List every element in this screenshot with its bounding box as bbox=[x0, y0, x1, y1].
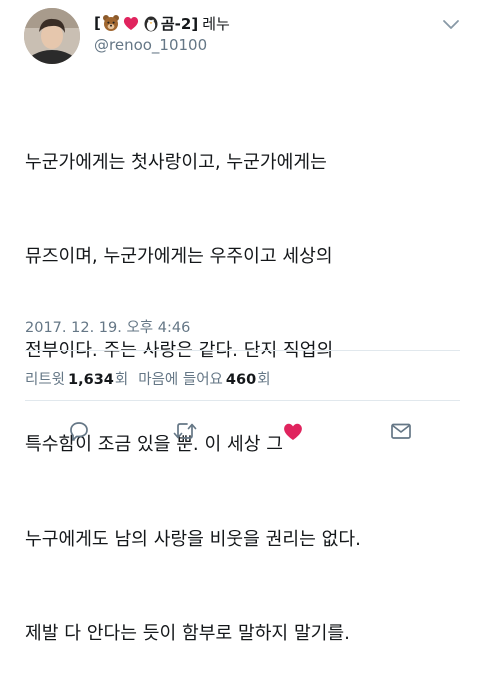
chevron-down-icon[interactable] bbox=[442, 16, 460, 29]
likes-unit: 회 bbox=[257, 372, 271, 388]
tweet-line: 제발 다 안다는 듯이 함부로 말하지 말기를. bbox=[25, 622, 350, 644]
name-bracket: [ bbox=[94, 14, 101, 32]
like-icon bbox=[284, 423, 302, 440]
avatar[interactable] bbox=[24, 8, 80, 64]
tweet-line: 누구에게도 남의 사랑을 비웃을 권리는 없다. bbox=[25, 528, 361, 550]
name-label: 곰-2] bbox=[160, 14, 199, 33]
retweets-label: 리트윗 bbox=[25, 372, 66, 388]
retweet-button[interactable] bbox=[172, 418, 198, 444]
bear-emoji-icon bbox=[102, 14, 120, 32]
direct-message-button[interactable] bbox=[388, 418, 414, 444]
like-button[interactable] bbox=[280, 418, 306, 444]
tweet-line: 뮤즈이며, 누군가에게는 우주이고 세상의 bbox=[25, 246, 333, 268]
direct-message-icon bbox=[391, 423, 411, 439]
divider bbox=[25, 400, 460, 401]
tweet-timestamp[interactable]: 2017. 12. 19. 오후 4:46 bbox=[25, 316, 190, 337]
user-handle[interactable]: @renoo_10100 bbox=[94, 36, 424, 54]
likes-count: 460 bbox=[225, 372, 257, 388]
tweet-line: 누군가에게는 첫사랑이고, 누군가에게는 bbox=[25, 151, 327, 173]
likes-stat[interactable]: 마음에 들어요 460회 bbox=[138, 372, 270, 388]
retweets-count: 1,634 bbox=[68, 372, 114, 388]
retweets-unit: 회 bbox=[114, 372, 129, 388]
reply-icon bbox=[70, 422, 88, 441]
tweet-actions bbox=[0, 418, 480, 444]
likes-label: 마음에 들어요 bbox=[138, 372, 223, 388]
retweet-icon bbox=[173, 423, 197, 439]
divider bbox=[25, 350, 460, 351]
retweets-stat[interactable]: 리트윗 1,634회 bbox=[25, 372, 128, 388]
reply-button[interactable] bbox=[66, 418, 92, 444]
tweet-author: [ 곰-2] 레누 @renoo_10100 bbox=[94, 12, 424, 54]
display-name-row[interactable]: [ 곰-2] 레누 bbox=[94, 12, 424, 34]
penguin-emoji-icon bbox=[142, 14, 160, 32]
avatar-photo bbox=[24, 8, 80, 64]
tweet-stats: 리트윗 1,634회 마음에 들어요 460회 bbox=[25, 368, 271, 389]
display-name: 레누 bbox=[202, 14, 230, 33]
red-heart-emoji-icon bbox=[122, 14, 140, 32]
